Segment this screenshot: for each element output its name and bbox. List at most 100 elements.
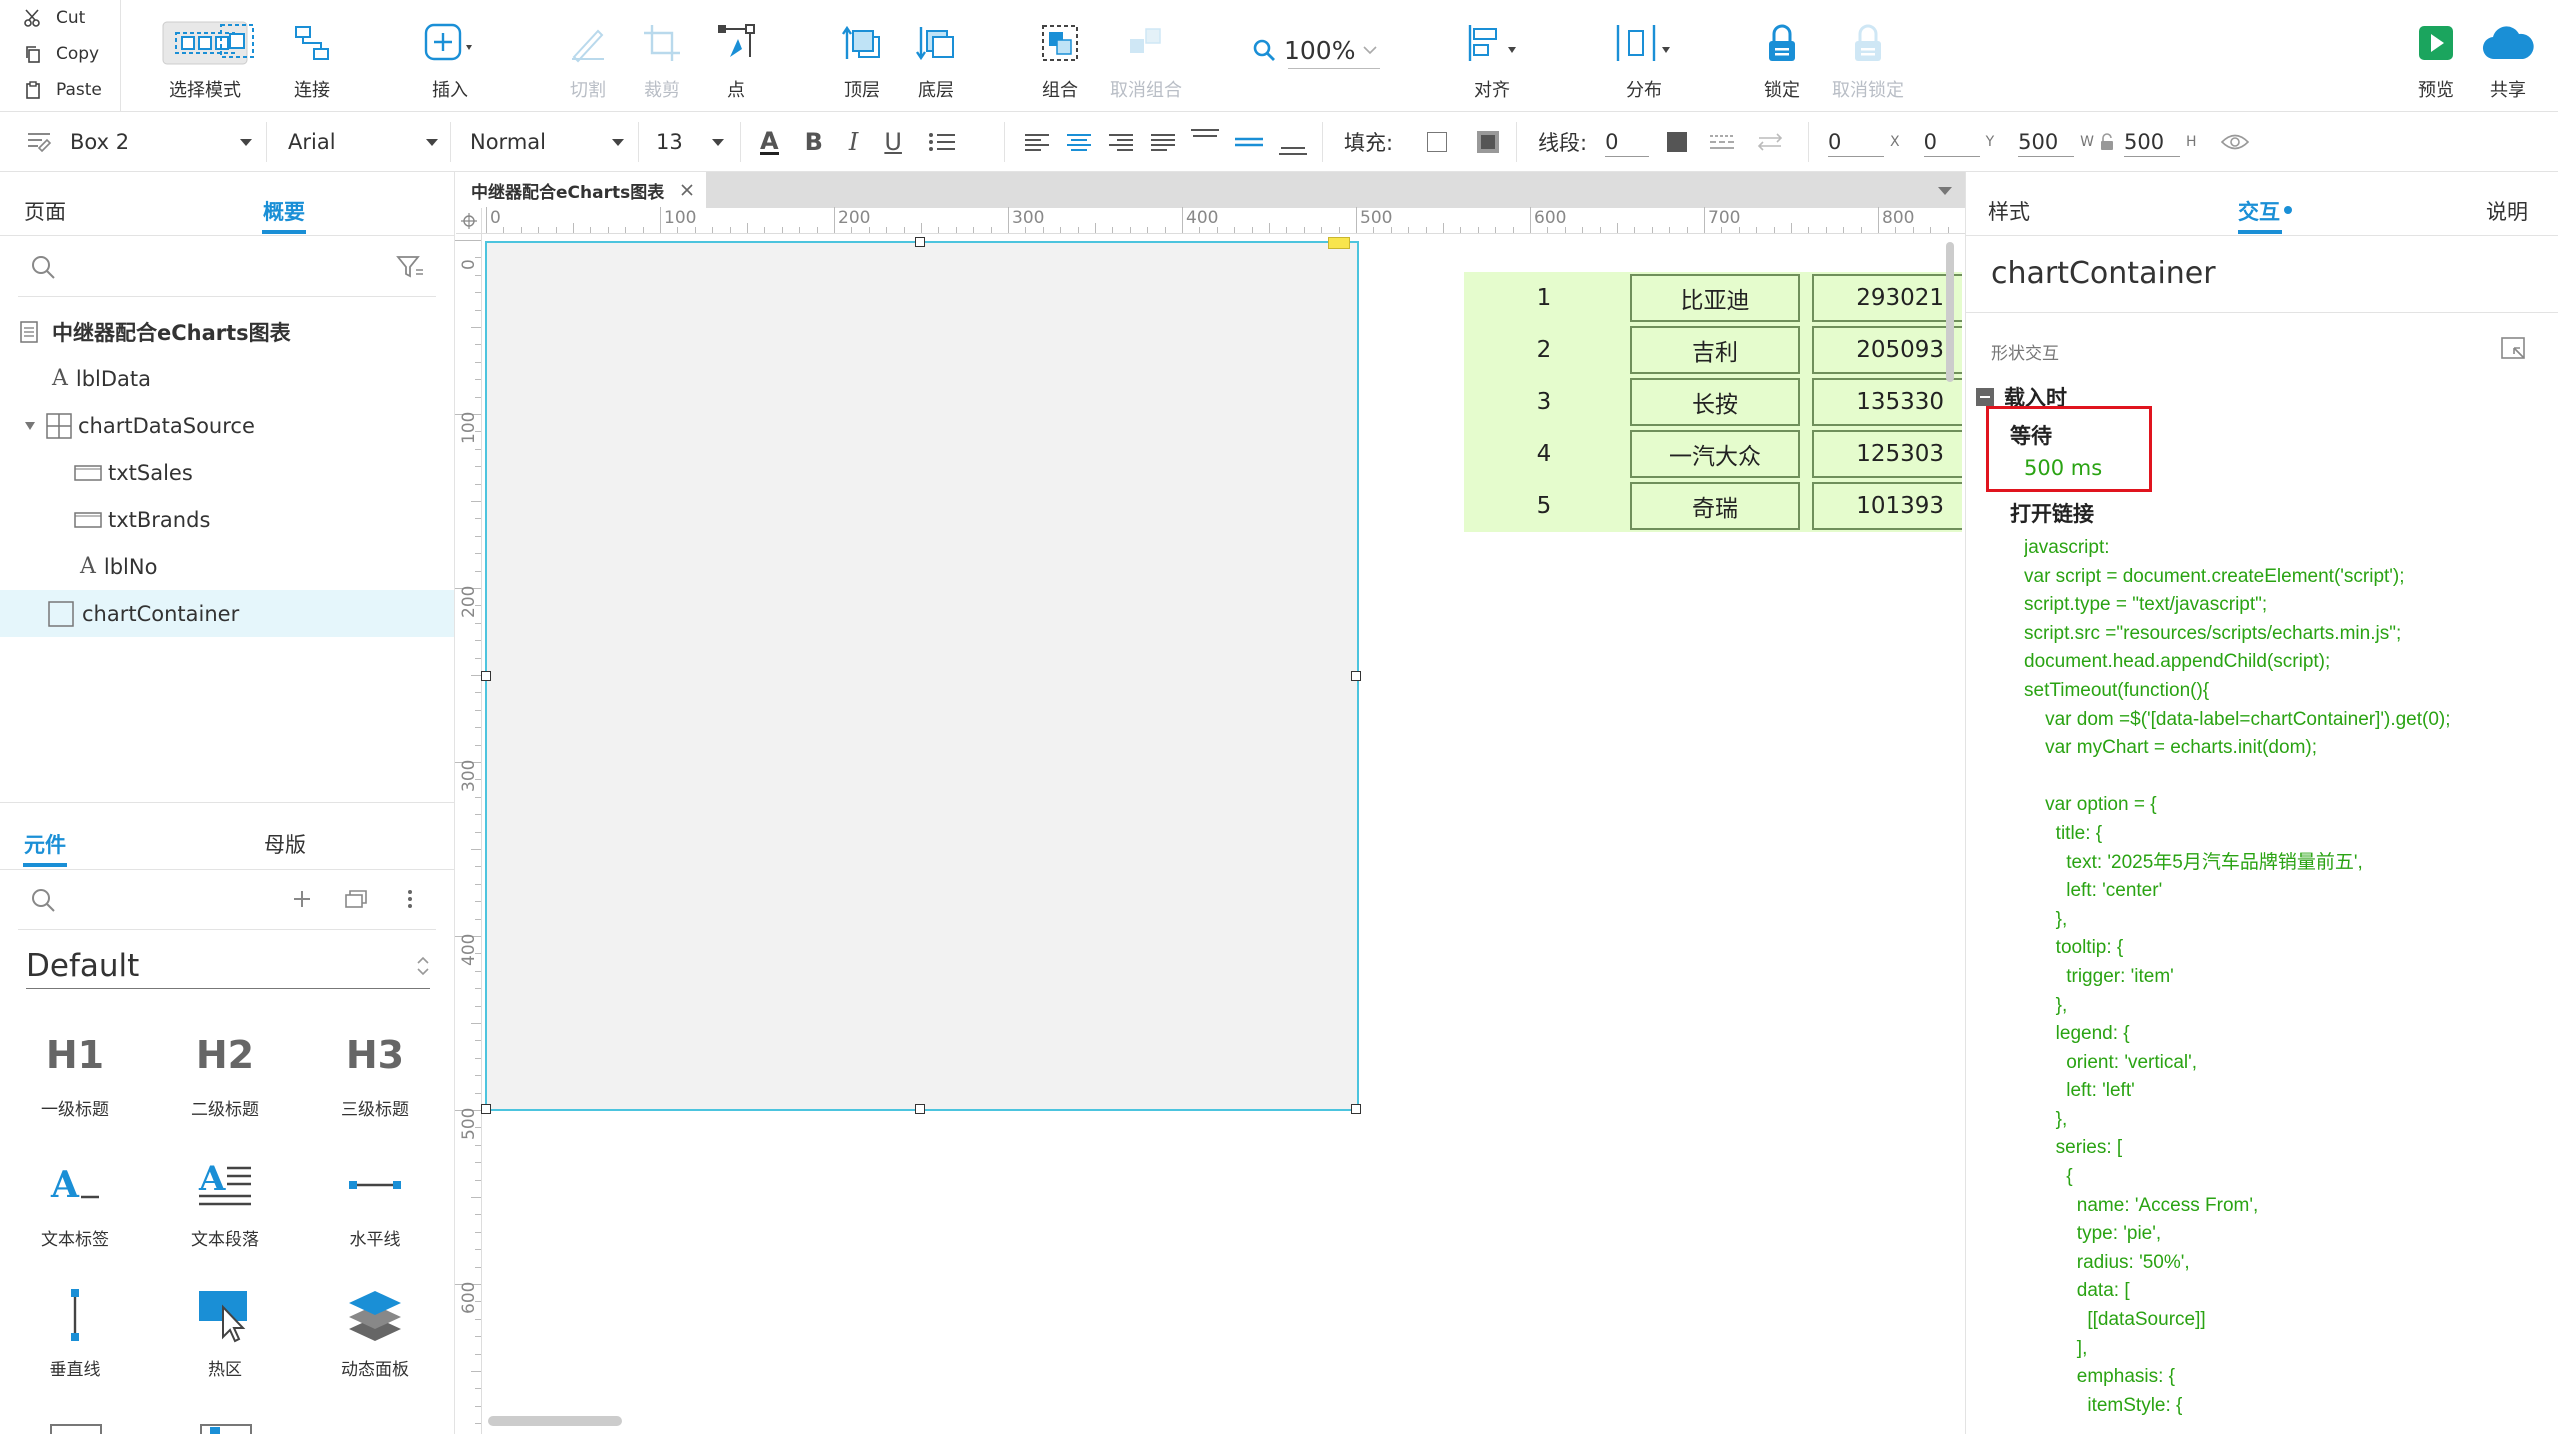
point-button[interactable]: 点 — [696, 18, 776, 102]
brand-cell[interactable]: 一汽大众 — [1630, 430, 1800, 478]
lock-button[interactable]: 锁定 — [1742, 18, 1822, 102]
widget-dynamic-panel[interactable]: 动态面板 — [300, 1285, 450, 1380]
search-icon[interactable] — [30, 887, 56, 913]
outline-item-lbldata[interactable]: A lblData — [0, 355, 454, 402]
brand-cell[interactable]: 吉利 — [1630, 326, 1800, 374]
height-input[interactable]: 500 — [2124, 127, 2180, 157]
chart-container-box[interactable] — [485, 241, 1359, 1111]
document-tab[interactable]: 中继器配合eCharts图表 — [456, 172, 706, 208]
valign-bottom-icon[interactable] — [1278, 127, 1308, 157]
style-selector[interactable]: Box 2 — [26, 112, 252, 172]
connect-button[interactable]: 连接 — [272, 18, 352, 102]
valign-middle-icon[interactable] — [1234, 127, 1264, 157]
tab-style[interactable]: 样式 — [1988, 196, 2030, 226]
brand-cell[interactable]: 比亚迪 — [1630, 274, 1800, 322]
justify-text-icon[interactable] — [1150, 132, 1176, 152]
paste-button[interactable]: Paste — [0, 72, 120, 108]
stroke-width-input[interactable]: 0 — [1605, 127, 1650, 157]
bold-icon[interactable]: B — [805, 128, 823, 156]
more-options-icon[interactable] — [406, 889, 414, 909]
share-button[interactable]: 共享 — [2468, 18, 2548, 102]
ungroup-button[interactable]: 取消组合 — [1104, 18, 1188, 102]
preview-button[interactable]: 预览 — [2396, 18, 2476, 102]
resize-handle[interactable] — [1351, 1104, 1361, 1114]
font-weight-select[interactable]: Normal — [470, 112, 624, 172]
tab-masters[interactable]: 母版 — [264, 829, 306, 859]
valign-top-icon[interactable] — [1190, 127, 1220, 157]
resize-handle[interactable] — [1351, 671, 1361, 681]
cut-button[interactable]: Cut — [0, 0, 120, 36]
insert-button[interactable]: 插入 — [410, 18, 490, 102]
unlock-button[interactable]: 取消锁定 — [1824, 18, 1912, 102]
bullet-list-icon[interactable] — [928, 131, 956, 153]
tab-interaction[interactable]: 交互 — [2238, 196, 2280, 226]
tab-pages[interactable]: 页面 — [24, 196, 66, 226]
resize-handle[interactable] — [915, 237, 925, 247]
stroke-pattern-icon[interactable] — [1709, 132, 1735, 152]
bring-front-button[interactable]: 顶层 — [822, 18, 902, 102]
brand-cell[interactable]: 奇瑞 — [1630, 482, 1800, 530]
horizontal-scrollbar[interactable] — [488, 1416, 622, 1426]
outline-item-lblno[interactable]: A lblNo — [0, 543, 454, 590]
library-manage-icon[interactable] — [344, 889, 368, 909]
underline-icon[interactable]: U — [884, 128, 902, 156]
align-button[interactable]: 对齐 — [1452, 18, 1532, 102]
distribute-button[interactable]: 分布 — [1604, 18, 1684, 102]
widget-horizontal-line[interactable]: 水平线 — [300, 1155, 450, 1250]
x-input[interactable]: 0 — [1828, 127, 1884, 157]
resize-handle[interactable] — [915, 1104, 925, 1114]
close-icon[interactable] — [680, 183, 694, 197]
crosshair-icon[interactable] — [456, 208, 482, 234]
expand-panel-icon[interactable] — [2500, 336, 2528, 362]
widget-hotspot[interactable]: 热区 — [150, 1285, 300, 1380]
crop-button[interactable]: 裁剪 — [622, 18, 702, 102]
align-center-text-icon[interactable] — [1066, 132, 1092, 152]
shadow-swatch[interactable] — [1477, 131, 1500, 153]
zoom-select[interactable]: 100% — [1252, 30, 1378, 70]
search-icon[interactable] — [30, 254, 56, 280]
sales-cell[interactable]: 101393 — [1812, 482, 1962, 530]
sales-cell[interactable]: 135330 — [1812, 378, 1962, 426]
align-left-text-icon[interactable] — [1024, 132, 1050, 152]
outline-item-page[interactable]: 中继器配合eCharts图表 — [0, 308, 454, 355]
select-contained-icon[interactable] — [218, 22, 256, 60]
action-wait-title[interactable]: 等待 — [2010, 420, 2052, 450]
cut-shape-button[interactable]: 切割 — [548, 18, 628, 102]
stroke-control[interactable]: 线段: 0 — [1538, 112, 1783, 172]
aspect-lock-icon[interactable] — [2100, 133, 2114, 151]
sales-cell[interactable]: 293021 — [1812, 274, 1962, 322]
width-input[interactable]: 500 — [2018, 127, 2075, 157]
widget-heading-3[interactable]: H3 三级标题 — [300, 1025, 450, 1120]
arrow-style-icon[interactable] — [1757, 132, 1783, 152]
font-size-select[interactable]: 13 — [656, 112, 724, 172]
element-name[interactable]: chartContainer — [1991, 256, 2216, 291]
widget-partial-icon[interactable] — [50, 1413, 102, 1434]
y-input[interactable]: 0 — [1923, 127, 1980, 157]
italic-icon[interactable]: I — [849, 128, 858, 156]
filter-icon[interactable] — [396, 254, 424, 280]
widget-partial-icon[interactable] — [200, 1413, 252, 1434]
tab-notes[interactable]: 说明 — [2486, 196, 2528, 226]
font-color-icon[interactable]: A — [760, 129, 779, 155]
tab-outline[interactable]: 概要 — [263, 196, 305, 226]
action-open-link-title[interactable]: 打开链接 — [2010, 498, 2094, 528]
fill-color-swatch[interactable] — [1427, 132, 1448, 152]
stroke-color-swatch[interactable] — [1667, 132, 1688, 152]
outline-item-txtbrands[interactable]: txtBrands — [0, 496, 454, 543]
outline-item-chartcontainer[interactable]: chartContainer — [0, 590, 454, 637]
widget-vertical-line[interactable]: 垂直线 — [0, 1285, 150, 1380]
fill-control[interactable]: 填充: — [1344, 112, 1500, 172]
widget-heading-1[interactable]: H1 一级标题 — [0, 1025, 150, 1120]
tab-widgets[interactable]: 元件 — [24, 829, 66, 859]
align-right-text-icon[interactable] — [1108, 132, 1134, 152]
tab-list-icon[interactable] — [1937, 186, 1953, 196]
collapse-icon[interactable] — [1976, 388, 1994, 406]
sales-cell[interactable]: 125303 — [1812, 430, 1962, 478]
brand-cell[interactable]: 长按 — [1630, 378, 1800, 426]
widget-text-label[interactable]: A 文本标签 — [0, 1155, 150, 1250]
outline-item-txtsales[interactable]: txtSales — [0, 449, 454, 496]
widget-text-paragraph[interactable]: A 文本段落 — [150, 1155, 300, 1250]
font-family-select[interactable]: Arial — [288, 112, 438, 172]
resize-handle[interactable] — [481, 671, 491, 681]
eye-icon[interactable] — [2220, 133, 2249, 151]
